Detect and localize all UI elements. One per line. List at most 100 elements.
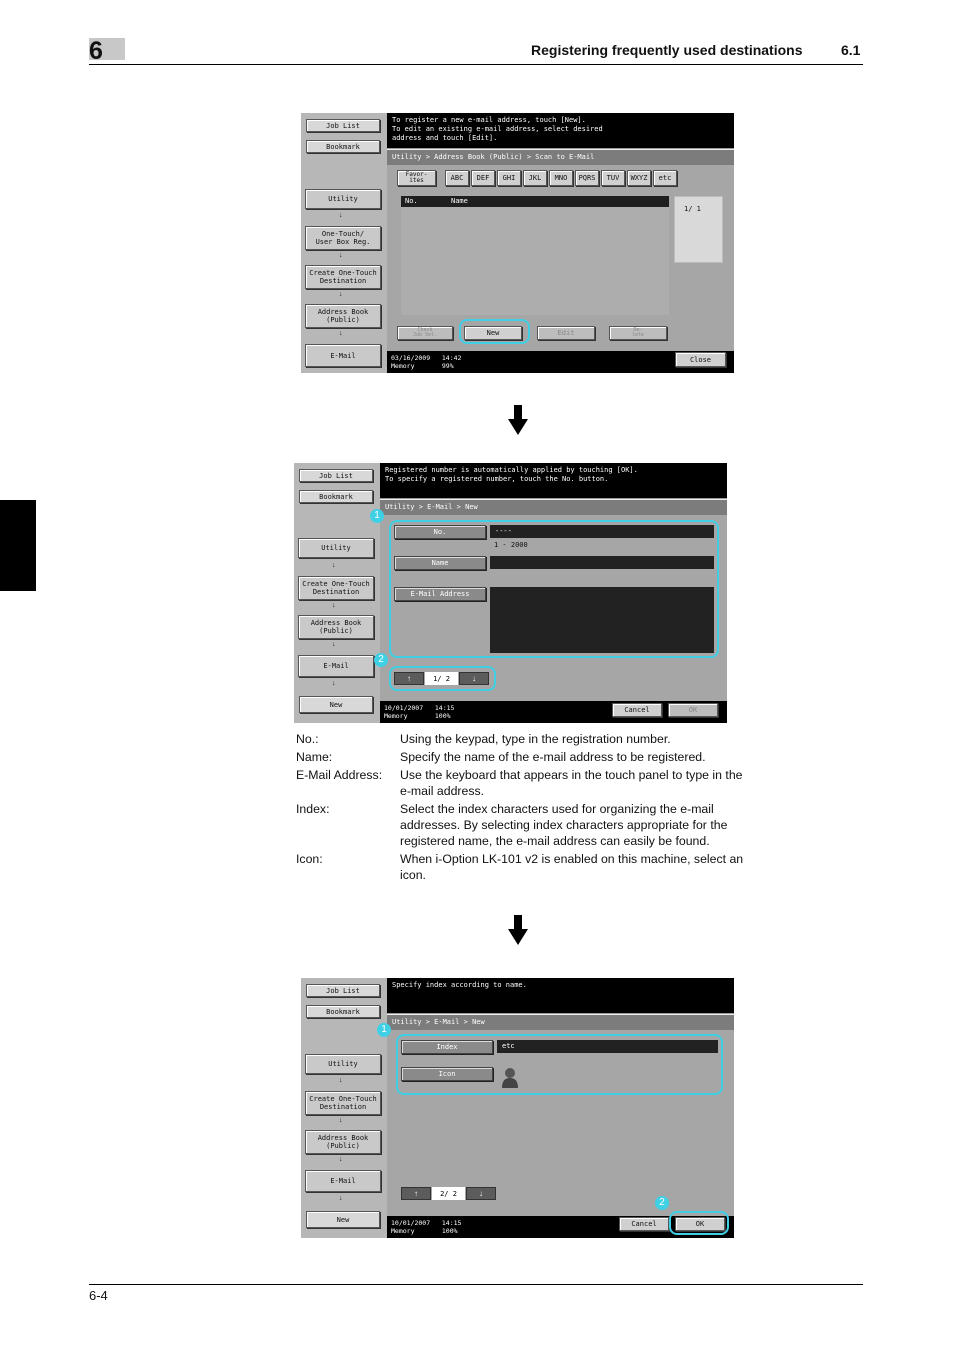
close-button[interactable]: Close [675, 352, 726, 367]
down-arrow-icon: ↓ [339, 1117, 343, 1124]
utility-button[interactable]: Utility [305, 189, 381, 209]
column-no: No. [405, 197, 418, 205]
running-title: Registering frequently used destinations [531, 42, 803, 58]
utility-button[interactable]: Utility [298, 538, 374, 558]
create-destination-button[interactable]: Create One-Touch Destination [305, 265, 381, 289]
index-tab-favorites[interactable]: Favor- ites [397, 170, 436, 186]
screen-email-new-page1: Job List Bookmark Utility ↓ Create One-T… [294, 463, 727, 723]
ok-button-highlight [669, 1211, 729, 1235]
cancel-button[interactable]: Cancel [612, 703, 662, 717]
index-tab-jkl[interactable]: JKL [523, 170, 547, 186]
description-text: Using the keypad, type in the registrati… [400, 732, 671, 746]
description-text: Select the index characters used for org… [400, 802, 728, 848]
index-tab-abc[interactable]: ABC [445, 170, 469, 186]
chapter-number: 6 [89, 37, 103, 65]
list-header: No. Name [401, 196, 669, 207]
index-tab-def[interactable]: DEF [471, 170, 495, 186]
down-arrow-icon: ↓ [339, 1156, 343, 1163]
check-job-settings-button[interactable]: Check Job Set. [397, 326, 453, 340]
down-arrow-icon: ↓ [339, 330, 343, 337]
index-tab-pqrs[interactable]: PQRS [575, 170, 599, 186]
chapter-side-tab [0, 500, 36, 591]
edit-button[interactable]: Edit [537, 326, 595, 340]
create-destination-button[interactable]: Create One-Touch Destination [305, 1091, 381, 1115]
down-arrow-icon: ↓ [332, 680, 336, 687]
index-tab-mno[interactable]: MNO [549, 170, 573, 186]
down-arrow-icon [508, 915, 528, 945]
description-row: Index: Select the index characters used … [296, 801, 756, 849]
email-button[interactable]: E-Mail [305, 344, 381, 367]
fields-highlight [389, 520, 719, 658]
email-button[interactable]: E-Mail [305, 1170, 381, 1192]
description-row: E-Mail Address: Use the keyboard that ap… [296, 767, 756, 799]
new-nav-button[interactable]: New [306, 1211, 380, 1228]
ok-button[interactable]: OK [668, 703, 718, 717]
down-arrow-icon: ↓ [339, 252, 343, 259]
column-name: Name [451, 197, 468, 205]
status-bar: 03/16/2009 14:42 Memory 99% [387, 351, 587, 373]
callout-badge-1: 1 [370, 509, 384, 523]
index-tab-wxyz[interactable]: WXYZ [627, 170, 651, 186]
description-text: When i-Option LK-101 v2 is enabled on th… [400, 852, 744, 882]
job-list-button[interactable]: Job List [306, 119, 380, 132]
description-term: Name: [296, 750, 333, 764]
cancel-button[interactable]: Cancel [619, 1217, 669, 1231]
status-bar: 10/01/2007 14:15 Memory 100% [387, 1216, 587, 1238]
breadcrumb: Utility > E-Mail > New [387, 1014, 734, 1030]
description-text: Use the keyboard that appears in the tou… [400, 768, 743, 798]
description-term: Icon: [296, 852, 323, 866]
index-tab-etc[interactable]: etc [653, 170, 677, 186]
description-term: E-Mail Address: [296, 768, 383, 782]
delete-button[interactable]: De- lete [609, 326, 667, 340]
page-up-button[interactable]: ↑ [401, 1187, 431, 1200]
pager-highlight [389, 666, 496, 691]
down-arrow-icon: ↓ [339, 212, 343, 219]
screen-email-new-page2: Job List Bookmark Utility ↓ Create One-T… [301, 978, 734, 1238]
callout-badge-1: 1 [377, 1023, 391, 1037]
address-book-button[interactable]: Address Book (Public) [305, 304, 381, 328]
breadcrumb: Utility > E-Mail > New [380, 499, 727, 515]
index-tab-ghi[interactable]: GHI [497, 170, 521, 186]
down-arrow-icon: ↓ [332, 602, 336, 609]
instruction-message: To register a new e-mail address, touch … [387, 113, 734, 148]
down-arrow-icon: ↓ [339, 291, 343, 298]
utility-button[interactable]: Utility [305, 1054, 381, 1074]
new-nav-button[interactable]: New [299, 696, 373, 713]
one-touch-reg-button[interactable]: One-Touch/ User Box Reg. [305, 226, 381, 250]
down-arrow-icon: ↓ [332, 641, 336, 648]
down-arrow-icon: ↓ [332, 562, 336, 569]
down-arrow-icon: ↓ [339, 1077, 343, 1084]
callout-badge-2: 2 [374, 653, 388, 667]
instruction-message: Specify index according to name. [387, 978, 734, 1013]
description-term: No.: [296, 732, 319, 746]
email-button[interactable]: E-Mail [298, 655, 374, 677]
footer-rule [89, 1284, 863, 1285]
description-text: Specify the name of the e-mail address t… [400, 750, 706, 764]
description-row: Icon: When i-Option LK-101 v2 is enabled… [296, 851, 756, 883]
screen-address-book: Job List Bookmark Utility ↓ One-Touch/ U… [301, 113, 734, 373]
bookmark-button[interactable]: Bookmark [306, 140, 380, 153]
fields-highlight [396, 1034, 723, 1095]
page-indicator: 1/ 1 [684, 205, 701, 213]
instruction-message: Registered number is automatically appli… [380, 463, 727, 498]
job-list-button[interactable]: Job List [306, 984, 380, 997]
bookmark-button[interactable]: Bookmark [306, 1005, 380, 1018]
address-list[interactable] [401, 207, 669, 315]
page-down-button[interactable]: ↓ [466, 1187, 496, 1200]
create-destination-button[interactable]: Create One-Touch Destination [298, 576, 374, 600]
new-button-highlight [459, 319, 530, 344]
address-book-button[interactable]: Address Book (Public) [298, 615, 374, 639]
page-number: 6-4 [89, 1288, 108, 1303]
description-row: No.: Using the keypad, type in the regis… [296, 731, 756, 747]
address-book-button[interactable]: Address Book (Public) [305, 1130, 381, 1154]
index-tab-tuv[interactable]: TUV [601, 170, 625, 186]
header-rule [89, 64, 863, 65]
status-bar: 10/01/2007 14:15 Memory 100% [380, 701, 580, 723]
job-list-button[interactable]: Job List [299, 469, 373, 482]
section-number: 6.1 [841, 42, 861, 58]
callout-badge-2: 2 [655, 1196, 669, 1210]
breadcrumb: Utility > Address Book (Public) > Scan t… [387, 149, 734, 165]
field-descriptions: No.: Using the keypad, type in the regis… [296, 731, 756, 883]
description-term: Index: [296, 802, 330, 816]
bookmark-button[interactable]: Bookmark [299, 490, 373, 503]
